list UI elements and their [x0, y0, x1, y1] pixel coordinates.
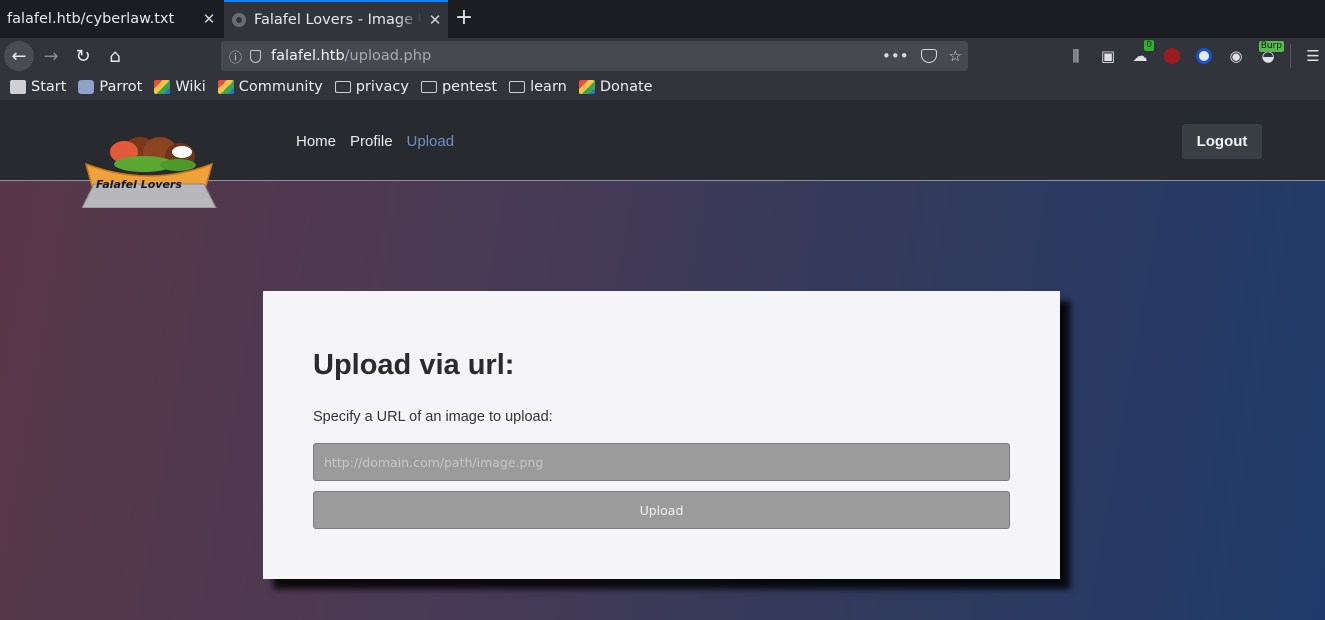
- back-icon[interactable]: ←: [4, 41, 34, 71]
- url-domain: falafel.htb: [271, 48, 345, 64]
- bookmark-folder-privacy[interactable]: privacy: [334, 79, 409, 95]
- bookmark-wiki[interactable]: Wiki: [154, 79, 206, 95]
- extension-badge: 0: [1144, 40, 1154, 51]
- burp-proxy-icon[interactable]: ◒ Burp: [1252, 38, 1284, 74]
- colorful-icon: [578, 80, 595, 94]
- menu-icon[interactable]: ☰: [1297, 38, 1325, 74]
- home-icon[interactable]: ⌂: [100, 41, 130, 71]
- image-url-input[interactable]: [313, 443, 1010, 481]
- folder-icon: [509, 81, 526, 93]
- tab-cyberlaw[interactable]: falafel.htb/cyberlaw.txt ✕: [0, 0, 222, 38]
- new-tab-icon[interactable]: +: [452, 0, 476, 38]
- library-icon[interactable]: ⫼: [1060, 38, 1092, 74]
- extension-cookie-icon[interactable]: ☁ 0: [1124, 38, 1156, 74]
- nav-upload-link[interactable]: Upload: [407, 133, 455, 150]
- page-viewport: Falafel Lovers Home Profile Upload Logou…: [0, 100, 1325, 620]
- extension-s-icon[interactable]: [1188, 38, 1220, 74]
- page-actions-icon[interactable]: •••: [882, 47, 909, 65]
- bookmark-donate[interactable]: Donate: [578, 79, 653, 95]
- bookmarks-toolbar: Start Parrot Wiki Community privacy pent…: [0, 74, 1325, 100]
- toolbar-divider: [1290, 44, 1291, 68]
- colorful-icon: [217, 80, 234, 94]
- favicon-icon: [232, 13, 246, 27]
- nav-profile-link[interactable]: Profile: [350, 133, 393, 150]
- close-tab-icon[interactable]: ✕: [196, 10, 222, 28]
- tab-strip: falafel.htb/cyberlaw.txt ✕ Falafel Lover…: [0, 0, 1325, 38]
- tab-title: Falafel Lovers - Image Upload: [254, 12, 422, 28]
- star-icon: [10, 80, 26, 94]
- sidebar-icon[interactable]: ▣: [1092, 38, 1124, 74]
- upload-heading: Upload via url:: [313, 349, 515, 381]
- folder-icon: [420, 81, 437, 93]
- upload-description: Specify a URL of an image to upload:: [313, 409, 553, 425]
- url-path: /upload.php: [344, 48, 432, 64]
- upload-card: Upload via url: Specify a URL of an imag…: [263, 291, 1060, 579]
- svg-text:Falafel Lovers: Falafel Lovers: [96, 178, 182, 191]
- site-header: Falafel Lovers Home Profile Upload Logou…: [0, 100, 1325, 208]
- burp-badge: Burp: [1258, 41, 1284, 52]
- info-icon[interactable]: ⓘ: [229, 47, 242, 66]
- colorful-icon: [154, 80, 171, 94]
- extension-globe-icon[interactable]: ◉: [1220, 38, 1252, 74]
- bookmark-start[interactable]: Start: [10, 79, 66, 95]
- tab-title: falafel.htb/cyberlaw.txt: [7, 11, 175, 27]
- bookmark-star-icon[interactable]: ☆: [949, 47, 962, 65]
- forward-icon[interactable]: →: [36, 41, 66, 71]
- upload-button[interactable]: Upload: [313, 491, 1010, 529]
- tab-upload[interactable]: Falafel Lovers - Image Upload ✕: [224, 0, 448, 38]
- falafel-lovers-logo[interactable]: Falafel Lovers: [82, 130, 217, 208]
- bookmark-parrot[interactable]: Parrot: [78, 79, 142, 95]
- bookmark-folder-pentest[interactable]: pentest: [420, 79, 497, 95]
- bookmark-folder-learn[interactable]: learn: [509, 79, 567, 95]
- parrot-icon: [78, 80, 95, 94]
- navigation-toolbar: ← → ↻ ⌂ ⓘ falafel.htb /upload.php ••• ☆ …: [0, 38, 1325, 74]
- address-bar[interactable]: ⓘ falafel.htb /upload.php ••• ☆: [221, 41, 968, 71]
- close-tab-icon[interactable]: ✕: [422, 11, 448, 29]
- nav-home-link[interactable]: Home: [296, 133, 336, 150]
- reload-icon[interactable]: ↻: [68, 41, 98, 71]
- tracking-shield-icon[interactable]: [250, 49, 262, 63]
- ublock-icon[interactable]: [1156, 38, 1188, 74]
- bookmark-community[interactable]: Community: [217, 79, 323, 95]
- site-navigation: Home Profile Upload: [296, 133, 454, 150]
- folder-icon: [334, 81, 351, 93]
- pocket-icon[interactable]: [920, 49, 937, 63]
- logout-button[interactable]: Logout: [1182, 124, 1262, 159]
